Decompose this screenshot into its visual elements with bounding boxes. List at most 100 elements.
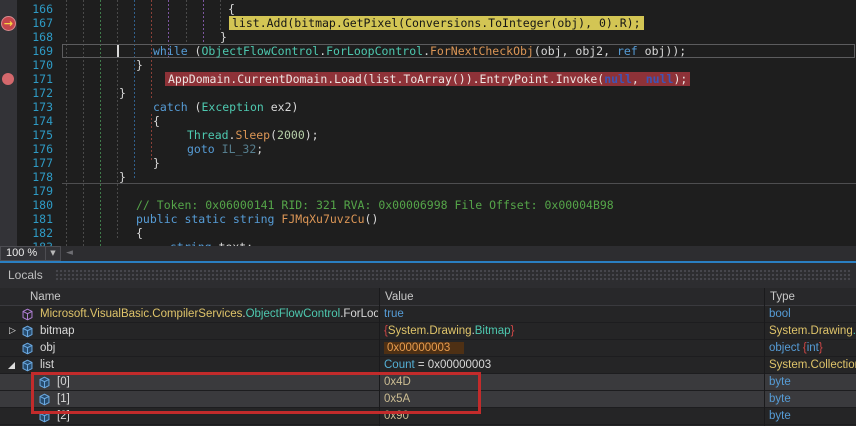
code-text[interactable]: { xyxy=(136,226,143,240)
column-header-value[interactable]: Value xyxy=(385,288,414,306)
annotation-box xyxy=(31,372,481,414)
locals-row-bitmap[interactable]: ▷bitmap{System.Drawing.Bitmap}System.Dra… xyxy=(0,323,856,340)
code-text[interactable]: goto IL_32; xyxy=(187,142,263,156)
cell-value[interactable]: {System.Drawing.Bitmap} xyxy=(380,323,763,339)
code-text[interactable]: list.Add(bitmap.GetPixel(Conversions.ToI… xyxy=(229,16,644,30)
line-number[interactable]: 175 xyxy=(17,128,53,142)
cell-name[interactable]: ▷bitmap xyxy=(0,323,378,339)
line-number[interactable]: 176 xyxy=(17,142,53,156)
column-header-type[interactable]: Type xyxy=(770,288,795,306)
cell-name[interactable]: obj xyxy=(0,340,378,356)
cell-type[interactable]: System.Collections xyxy=(765,357,856,373)
line-number[interactable]: 171 xyxy=(17,72,53,86)
code-line-178[interactable]: 178} xyxy=(0,170,856,184)
code-line-173[interactable]: 173 catch (Exception ex2) xyxy=(0,100,856,114)
code-line-167[interactable]: 167 list.Add(bitmap.GetPixel(Conversions.… xyxy=(0,16,856,30)
cell-type[interactable]: System.Drawing.Bitmap xyxy=(765,323,856,339)
code-text[interactable]: { xyxy=(228,2,235,16)
line-number[interactable]: 177 xyxy=(17,156,53,170)
code-line-175[interactable]: 175 Thread.Sleep(2000); xyxy=(0,128,856,142)
token: ForNextCheckObj xyxy=(430,44,534,58)
code-line-181[interactable]: 181 public static string FJMqXu7uvzCu() xyxy=(0,212,856,226)
zoom-level-combobox[interactable]: 100 % xyxy=(0,246,46,261)
cell-type[interactable]: byte xyxy=(765,408,856,424)
code-text[interactable]: { xyxy=(153,114,160,128)
locals-column-headers: Name Value Type xyxy=(0,288,856,306)
token: ( xyxy=(188,100,202,114)
code-text[interactable]: Thread.Sleep(2000); xyxy=(187,128,319,142)
cell-value[interactable]: Count = 0x00000003 xyxy=(380,357,763,373)
code-line-174[interactable]: 174 { xyxy=(0,114,856,128)
code-line-170[interactable]: 170} xyxy=(0,58,856,72)
line-number[interactable]: 181 xyxy=(17,212,53,226)
code-text[interactable]: AppDomain.CurrentDomain.Load(list.ToArra… xyxy=(165,72,690,86)
token: text; xyxy=(212,240,254,246)
code-line-176[interactable]: 176 goto IL_32; xyxy=(0,142,856,156)
line-number[interactable]: 167 xyxy=(17,16,53,30)
token: Count xyxy=(384,359,415,371)
code-line-168[interactable]: 168} xyxy=(0,30,856,44)
token: public static string xyxy=(136,212,274,226)
cell-type[interactable]: object {int} xyxy=(765,340,856,356)
cell-name[interactable]: list xyxy=(0,357,378,373)
code-text[interactable]: } xyxy=(220,30,227,44)
code-line-180[interactable]: 180 // Token: 0x06000141 RID: 321 RVA: 0x… xyxy=(0,198,856,212)
line-number[interactable]: 183 xyxy=(17,240,53,246)
cell-type[interactable]: bool xyxy=(765,306,856,322)
code-line-177[interactable]: 177} xyxy=(0,156,856,170)
variable-box-icon xyxy=(21,325,34,338)
line-number[interactable]: 170 xyxy=(17,58,53,72)
zoom-dropdown-button[interactable]: ▼ xyxy=(45,246,61,261)
horizontal-scrollbar[interactable]: ◄ xyxy=(62,247,856,260)
titlebar-grip-texture xyxy=(55,269,852,282)
token: Sleep xyxy=(235,128,270,142)
code-line-172[interactable]: 172} xyxy=(0,86,856,100)
line-number[interactable]: 168 xyxy=(17,30,53,44)
code-line-171[interactable]: 171 AppDomain.CurrentDomain.Load(list.ToA… xyxy=(0,72,856,86)
cell-value[interactable]: 0x00000003 xyxy=(380,340,763,356)
cell-name[interactable]: Microsoft.VisualBasic.CompilerServices.O… xyxy=(0,306,378,322)
current-statement-arrow-icon: → xyxy=(2,17,15,30)
line-number[interactable]: 166 xyxy=(17,2,53,16)
code-line-166[interactable]: 166 { xyxy=(0,2,856,16)
line-number[interactable]: 173 xyxy=(17,100,53,114)
breakpoint-icon[interactable] xyxy=(2,73,14,85)
cell-type[interactable]: byte xyxy=(765,391,856,407)
code-text[interactable]: catch (Exception ex2) xyxy=(153,100,298,114)
code-text[interactable]: public static string FJMqXu7uvzCu() xyxy=(136,212,378,226)
column-separator-value-type[interactable] xyxy=(764,288,765,426)
expander-collapsed-icon[interactable]: ▷ xyxy=(6,323,19,339)
code-text[interactable]: // Token: 0x06000141 RID: 321 RVA: 0x000… xyxy=(136,198,614,212)
locals-title-bar[interactable]: Locals xyxy=(0,263,856,288)
code-line-182[interactable]: 182 { xyxy=(0,226,856,240)
code-line-183[interactable]: 183 string text; xyxy=(0,240,856,246)
token: string xyxy=(170,240,212,246)
locals-row-forloopcontrol[interactable]: Microsoft.VisualBasic.CompilerServices.O… xyxy=(0,306,856,323)
token: catch xyxy=(153,100,188,114)
expander-expanded-icon[interactable] xyxy=(8,362,15,369)
line-number[interactable]: 180 xyxy=(17,198,53,212)
code-text[interactable]: while (ObjectFlowControl.ForLoopControl.… xyxy=(153,44,686,58)
line-number[interactable]: 182 xyxy=(17,226,53,240)
code-line-179[interactable]: 179 xyxy=(0,184,856,198)
column-header-name[interactable]: Name xyxy=(30,288,61,306)
code-text[interactable]: } xyxy=(136,58,143,72)
scroll-left-arrow-icon: ◄ xyxy=(66,248,73,258)
code-text[interactable]: } xyxy=(119,86,126,100)
code-line-169[interactable]: 169 while (ObjectFlowControl.ForLoopContr… xyxy=(0,44,856,58)
line-number[interactable]: 179 xyxy=(17,184,53,198)
line-number[interactable]: 178 xyxy=(17,170,53,184)
token: ObjectFlowControl xyxy=(246,308,341,320)
locals-row-obj[interactable]: obj0x00000003object {int} xyxy=(0,340,856,357)
code-text[interactable]: } xyxy=(153,156,160,170)
line-number[interactable]: 172 xyxy=(17,86,53,100)
line-number[interactable]: 174 xyxy=(17,114,53,128)
line-number[interactable]: 169 xyxy=(17,44,53,58)
code-text[interactable]: } xyxy=(119,170,126,184)
cell-value[interactable]: true xyxy=(380,306,763,322)
code-editor[interactable]: 166 {167 list.Add(bitmap.GetPixel(Conversi… xyxy=(0,0,856,246)
token: ); xyxy=(673,72,687,86)
token: null xyxy=(604,72,632,86)
code-text[interactable]: string text; xyxy=(170,240,253,246)
cell-type[interactable]: byte xyxy=(765,374,856,390)
